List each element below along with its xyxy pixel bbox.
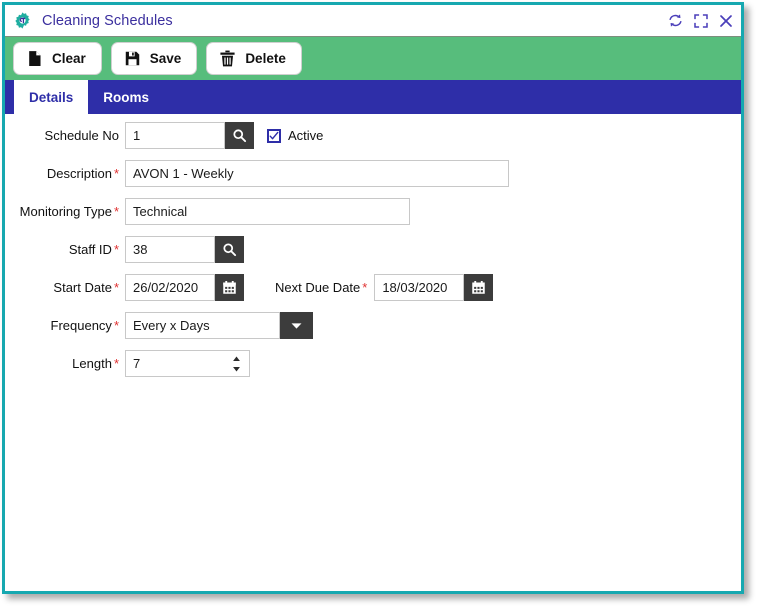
trash-icon — [219, 50, 236, 67]
required-marker: * — [113, 318, 119, 333]
schedule-no-search-button[interactable] — [225, 122, 254, 149]
tab-details[interactable]: Details — [14, 80, 89, 114]
clear-button-label: Clear — [52, 51, 86, 66]
active-checkbox-label: Active — [288, 128, 324, 143]
frequency-label: Frequency * — [50, 318, 119, 333]
length-value: 7 — [133, 356, 141, 371]
delete-button-label: Delete — [245, 51, 286, 66]
stepper-icon[interactable] — [231, 355, 242, 372]
tab-details-label: Details — [29, 89, 74, 105]
active-checkbox-box — [267, 128, 281, 143]
length-row: Length * 7 — [5, 350, 741, 377]
length-label: Length * — [72, 356, 119, 371]
frequency-row: Frequency * Every x Days — [5, 312, 741, 339]
gear-icon — [14, 12, 31, 29]
next-due-date-value: 18/03/2020 — [382, 280, 448, 295]
monitoring-type-row: Monitoring Type * Technical — [5, 198, 741, 225]
title-bar: Cleaning Schedules — [5, 5, 741, 36]
description-label: Description * — [46, 166, 119, 181]
required-marker: * — [362, 280, 368, 295]
staff-id-search-button[interactable] — [215, 236, 244, 263]
toolbar: Clear Save Delete — [5, 36, 741, 80]
required-marker: * — [113, 242, 119, 257]
staff-id-input[interactable]: 38 — [125, 236, 215, 263]
start-date-group: 26/02/2020 — [125, 274, 244, 301]
application-window: Cleaning Schedules Clear Save Delete Det… — [2, 2, 744, 594]
start-date-value: 26/02/2020 — [133, 280, 199, 295]
schedule-no-value: 1 — [133, 128, 141, 143]
required-marker: * — [113, 356, 119, 371]
tab-rooms[interactable]: Rooms — [88, 80, 164, 114]
frequency-select[interactable]: Every x Days — [125, 312, 280, 339]
save-button[interactable]: Save — [110, 42, 198, 75]
required-marker: * — [113, 204, 119, 219]
required-marker: * — [113, 166, 119, 181]
monitoring-type-value: Technical — [133, 204, 188, 219]
required-marker: * — [113, 280, 119, 295]
start-date-calendar-button[interactable] — [215, 274, 244, 301]
schedule-no-group: 1 Active — [125, 122, 323, 149]
document-icon — [26, 50, 43, 67]
details-form: Schedule No 1 Active Description * AVON … — [5, 114, 741, 591]
start-date-label: Start Date * — [53, 280, 119, 295]
window-title: Cleaning Schedules — [42, 12, 173, 29]
maximize-icon[interactable] — [691, 11, 710, 30]
description-row: Description * AVON 1 - Weekly — [5, 160, 741, 187]
chevron-down-icon — [289, 318, 304, 333]
search-icon — [222, 242, 237, 257]
active-checkbox[interactable]: Active — [267, 128, 323, 143]
schedule-no-row: Schedule No 1 Active — [5, 122, 741, 149]
schedule-no-input[interactable]: 1 — [125, 122, 225, 149]
frequency-group: Every x Days — [125, 312, 313, 339]
description-value: AVON 1 - Weekly — [133, 166, 234, 181]
tab-bar: Details Rooms — [5, 80, 741, 114]
monitoring-type-input[interactable]: Technical — [125, 198, 410, 225]
calendar-icon — [471, 280, 486, 295]
search-icon — [232, 128, 247, 143]
length-input[interactable]: 7 — [125, 350, 250, 377]
staff-id-value: 38 — [133, 242, 148, 257]
staff-id-label: Staff ID * — [68, 242, 119, 257]
frequency-dropdown-button[interactable] — [280, 312, 313, 339]
close-icon[interactable] — [716, 11, 735, 30]
frequency-value: Every x Days — [133, 318, 210, 333]
schedule-no-label: Schedule No — [44, 128, 119, 143]
next-due-date-group: 18/03/2020 — [374, 274, 494, 301]
window-controls — [666, 11, 735, 30]
tab-rooms-label: Rooms — [103, 89, 150, 105]
save-button-label: Save — [149, 51, 182, 66]
description-input[interactable]: AVON 1 - Weekly — [125, 160, 509, 187]
floppy-disk-icon — [124, 50, 141, 67]
clear-button[interactable]: Clear — [13, 42, 102, 75]
staff-id-group: 38 — [125, 236, 244, 263]
delete-button[interactable]: Delete — [206, 42, 302, 75]
refresh-icon[interactable] — [666, 11, 685, 30]
monitoring-type-label: Monitoring Type * — [19, 204, 119, 219]
next-due-date-label: Next Due Date * — [275, 280, 368, 295]
staff-id-row: Staff ID * 38 — [5, 236, 741, 263]
next-due-date-input[interactable]: 18/03/2020 — [374, 274, 465, 301]
dates-row: Start Date * 26/02/2020 Next Due Date * … — [5, 274, 741, 301]
next-due-date-calendar-button[interactable] — [464, 274, 494, 301]
calendar-icon — [222, 280, 237, 295]
start-date-input[interactable]: 26/02/2020 — [125, 274, 215, 301]
